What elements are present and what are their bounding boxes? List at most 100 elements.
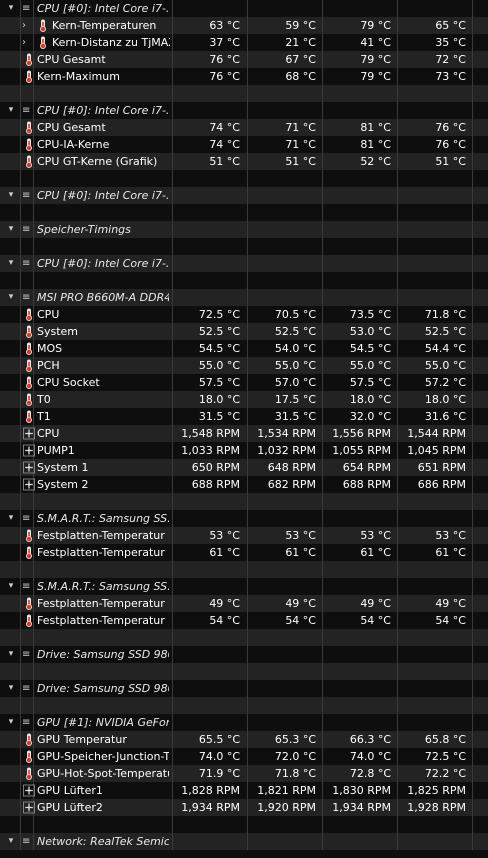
group-header[interactable]: ▾ ≡ Network: RealTek Semic...	[0, 833, 488, 850]
column-divider	[20, 51, 21, 68]
current-value: 688 RPM	[191, 478, 240, 491]
column-divider	[172, 170, 173, 187]
column-divider	[397, 238, 398, 255]
sensor-row[interactable]: CPU-IA-Kerne 74 °C 71 °C 81 °C 76 °C	[0, 136, 488, 153]
column-divider	[247, 663, 248, 680]
column-divider	[172, 816, 173, 833]
column-divider	[472, 374, 473, 391]
column-divider	[397, 170, 398, 187]
column-divider	[33, 238, 34, 255]
column-divider	[20, 680, 21, 697]
sensor-row[interactable]: CPU 72.5 °C 70.5 °C 73.5 °C 71.8 °C	[0, 306, 488, 323]
group-header[interactable]: ▾ ≡ CPU [#0]: Intel Core i7-...	[0, 102, 488, 119]
group-header[interactable]: ▾ ≡ S.M.A.R.T.: Samsung SS...	[0, 578, 488, 595]
sensor-row[interactable]: T1 31.5 °C 31.5 °C 32.0 °C 31.6 °C	[0, 408, 488, 425]
column-divider	[397, 646, 398, 663]
group-header[interactable]: ▾ ≡ S.M.A.R.T.: Samsung SS...	[0, 510, 488, 527]
sensor-row[interactable]: CPU GT-Kerne (Grafik) 51 °C 51 °C 52 °C 51 °…	[0, 153, 488, 170]
collapse-chevron-icon[interactable]: ▾	[6, 833, 16, 850]
sensor-row[interactable]: CPU 1,548 RPM 1,534 RPM 1,556 RPM 1,544 RPM	[0, 425, 488, 442]
group-menu-icon[interactable]: ≡	[22, 510, 32, 527]
sensor-row[interactable]: System 52.5 °C 52.5 °C 53.0 °C 52.5 °C	[0, 323, 488, 340]
group-menu-icon[interactable]: ≡	[22, 680, 32, 697]
group-header[interactable]: ▾ ≡ CPU [#0]: Intel Core i7-...	[0, 255, 488, 272]
sensor-row[interactable]: CPU Socket 57.5 °C 57.0 °C 57.5 °C 57.2 °C	[0, 374, 488, 391]
sensor-row[interactable]: GPU-Speicher-Junction-T... 74.0 °C 72.0 °C…	[0, 748, 488, 765]
column-divider	[247, 255, 248, 272]
column-divider	[20, 306, 21, 323]
collapse-chevron-icon[interactable]: ▾	[6, 187, 16, 204]
column-divider	[247, 238, 248, 255]
sensor-row[interactable]: Festplatten-Temperatur 53 °C 53 °C 53 °C 53 …	[0, 527, 488, 544]
sensor-row[interactable]: Festplatten-Temperatur 49 °C 49 °C 49 °C 49 …	[0, 595, 488, 612]
column-divider	[20, 510, 21, 527]
sensor-row[interactable]: CPU Gesamt 74 °C 71 °C 81 °C 76 °C	[0, 119, 488, 136]
column-divider	[172, 221, 173, 238]
collapse-chevron-icon[interactable]: ▾	[6, 578, 16, 595]
group-header[interactable]: ▾ ≡ CPU [#0]: Intel Core i7-...	[0, 0, 488, 17]
group-menu-icon[interactable]: ≡	[22, 289, 32, 306]
sensor-row[interactable]: PCH 55.0 °C 55.0 °C 55.0 °C 55.0 °C	[0, 357, 488, 374]
group-header[interactable]: ▾ ≡ Speicher-Timings	[0, 221, 488, 238]
collapse-chevron-icon[interactable]: ▾	[6, 680, 16, 697]
sensor-row[interactable]: GPU Lüfter2 1,934 RPM 1,920 RPM 1,934 RPM 1,…	[0, 799, 488, 816]
column-divider	[33, 680, 34, 697]
group-header[interactable]: ▾ ≡ MSI PRO B660M-A DDR4...	[0, 289, 488, 306]
group-menu-icon[interactable]: ≡	[22, 833, 32, 850]
column-divider	[397, 663, 398, 680]
group-menu-icon[interactable]: ≡	[22, 255, 32, 272]
collapse-chevron-icon[interactable]: ▾	[6, 289, 16, 306]
group-menu-icon[interactable]: ≡	[22, 187, 32, 204]
sensor-name: System 2	[37, 478, 89, 491]
sensor-row[interactable]: CPU Gesamt 76 °C 67 °C 79 °C 72 °C	[0, 51, 488, 68]
max-value: 81 °C	[360, 121, 391, 134]
group-menu-icon[interactable]: ≡	[22, 646, 32, 663]
average-value: 72 °C	[435, 53, 466, 66]
min-value: 71.8 °C	[274, 767, 316, 780]
group-menu-icon[interactable]: ≡	[22, 221, 32, 238]
sensor-row[interactable]: T0 18.0 °C 17.5 °C 18.0 °C 18.0 °C	[0, 391, 488, 408]
collapse-chevron-icon[interactable]: ▾	[6, 255, 16, 272]
column-divider	[472, 799, 473, 816]
expand-arrow-icon[interactable]: ›	[22, 17, 32, 34]
sensor-row[interactable]: GPU Temperatur 65.5 °C 65.3 °C 66.3 °C 65.8 …	[0, 731, 488, 748]
collapse-chevron-icon[interactable]: ▾	[6, 102, 16, 119]
thermometer-icon	[23, 733, 35, 746]
group-header[interactable]: ▾ ≡ CPU [#0]: Intel Core i7-...	[0, 187, 488, 204]
column-divider	[472, 34, 473, 51]
sensor-row[interactable]: Festplatten-Temperatur 2 61 °C 61 °C 61 °C 6…	[0, 544, 488, 561]
sensor-row[interactable]: MOS 54.5 °C 54.0 °C 54.5 °C 54.4 °C	[0, 340, 488, 357]
current-value: 76 °C	[209, 70, 240, 83]
sensor-row[interactable]: GPU-Hot-Spot-Temperatur 71.9 °C 71.8 °C 72.…	[0, 765, 488, 782]
sensor-row[interactable]: PUMP1 1,033 RPM 1,032 RPM 1,055 RPM 1,045 RP…	[0, 442, 488, 459]
sensor-row[interactable]: System 2 688 RPM 682 RPM 688 RPM 686 RPM	[0, 476, 488, 493]
sensor-row[interactable]: GPU Lüfter1 1,828 RPM 1,821 RPM 1,830 RPM 1,…	[0, 782, 488, 799]
sensor-row[interactable]: › Kern-Temperaturen 63 °C 59 °C 79 °C 65 °C	[0, 17, 488, 34]
collapse-chevron-icon[interactable]: ▾	[6, 646, 16, 663]
column-divider	[322, 238, 323, 255]
column-divider	[20, 340, 21, 357]
group-header[interactable]: ▾ ≡ Drive: Samsung SSD 980...	[0, 680, 488, 697]
sensor-row[interactable]: Festplatten-Temperatur 2 54 °C 54 °C 54 °C 5…	[0, 612, 488, 629]
sensor-name: PCH	[37, 359, 60, 372]
group-header[interactable]: ▾ ≡ GPU [#1]: NVIDIA GeFor...	[0, 714, 488, 731]
column-divider	[20, 629, 21, 646]
collapse-chevron-icon[interactable]: ▾	[6, 0, 16, 17]
sensor-row[interactable]: System 1 650 RPM 648 RPM 654 RPM 651 RPM	[0, 459, 488, 476]
column-divider	[472, 714, 473, 731]
collapse-chevron-icon[interactable]: ▾	[6, 510, 16, 527]
group-header[interactable]: ▾ ≡ Drive: Samsung SSD 980...	[0, 646, 488, 663]
column-divider	[172, 697, 173, 714]
thermometer-icon	[23, 376, 35, 389]
group-menu-icon[interactable]: ≡	[22, 0, 32, 17]
collapse-chevron-icon[interactable]: ▾	[6, 221, 16, 238]
collapse-chevron-icon[interactable]: ▾	[6, 714, 16, 731]
group-menu-icon[interactable]: ≡	[22, 714, 32, 731]
column-divider	[20, 459, 21, 476]
sensor-row[interactable]: Kern-Maximum 76 °C 68 °C 79 °C 73 °C	[0, 68, 488, 85]
group-menu-icon[interactable]: ≡	[22, 578, 32, 595]
sensor-row[interactable]: › Kern-Distanz zu TjMAX 37 °C 21 °C 41 °C 35 …	[0, 34, 488, 51]
expand-arrow-icon[interactable]: ›	[22, 34, 32, 51]
group-menu-icon[interactable]: ≡	[22, 102, 32, 119]
column-divider	[472, 493, 473, 510]
